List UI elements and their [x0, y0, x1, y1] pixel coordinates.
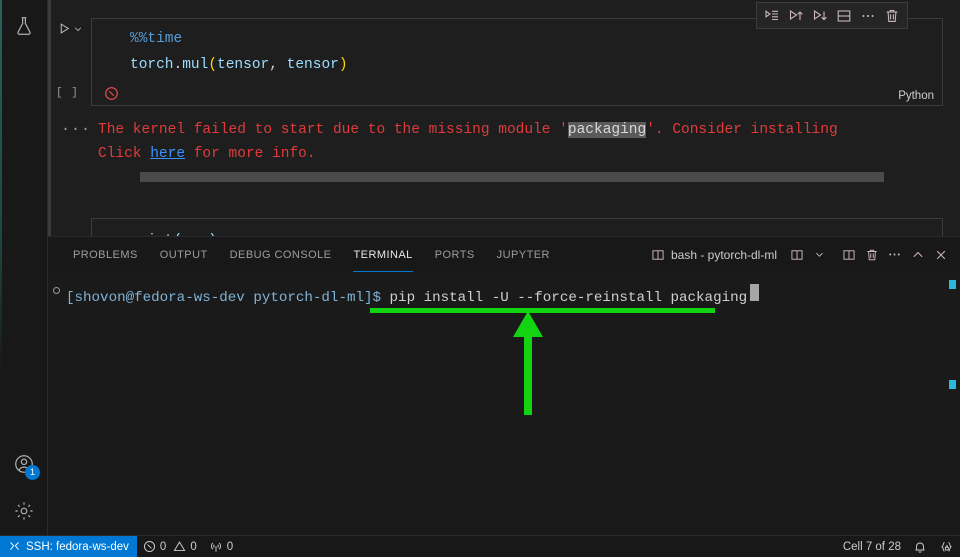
notebook-cell[interactable]: [ ] %%time torch.mul(tensor, tensor) Pyt… — [48, 0, 960, 236]
run-above-icon[interactable] — [785, 5, 807, 26]
tab-problems[interactable]: PROBLEMS — [62, 237, 149, 272]
panel-more-actions-icon[interactable] — [883, 243, 906, 267]
warning-count: 0 — [190, 540, 197, 553]
terminal-prompt-line: [shovon@fedora-ws-dev pytorch-dl-ml]$ pi… — [66, 284, 760, 306]
panel-tab-list: PROBLEMS OUTPUT DEBUG CONSOLE TERMINAL P… — [62, 237, 561, 272]
status-restricted-mode[interactable] — [933, 536, 960, 557]
error-highlight-module: packaging — [567, 122, 647, 138]
tab-output[interactable]: OUTPUT — [149, 237, 219, 272]
tab-jupyter[interactable]: JUPYTER — [486, 237, 561, 272]
error-circle-icon — [143, 540, 156, 553]
execution-count: [ ] — [56, 87, 79, 99]
status-cell-position[interactable]: Cell 7 of 28 — [837, 536, 907, 557]
dot-token: . — [173, 57, 183, 73]
arg1-token: tensor — [217, 57, 270, 73]
status-ports[interactable]: 0 — [203, 536, 239, 557]
error-line2-post: for more info. — [185, 146, 316, 162]
notebook-next-cell[interactable]: print(...) — [91, 218, 943, 236]
bell-icon — [913, 540, 927, 554]
comma-token: , — [269, 57, 287, 73]
error-line1-post: '. Consider installing — [646, 122, 838, 138]
error-line2-pre: Click — [98, 146, 151, 162]
notebook-editor[interactable]: [ ] %%time torch.mul(tensor, tensor) Pyt… — [48, 0, 960, 236]
panel-action-bar: bash - pytorch-dl-ml — [649, 237, 952, 272]
warning-triangle-icon — [173, 540, 186, 553]
terminal-name-label: bash - pytorch-dl-ml — [670, 247, 777, 262]
chevron-down-icon[interactable] — [808, 243, 831, 267]
prompt-close-bracket: ]$ — [364, 290, 390, 306]
vscode-window: 1 [] %%time torch.mul(tensor, tensor) P… — [0, 0, 960, 557]
command-decoration-icon[interactable] — [53, 287, 60, 294]
code-line-2: torch.mul(tensor, tensor) — [130, 57, 348, 73]
tab-ports[interactable]: PORTS — [424, 237, 486, 272]
launch-profile-icon[interactable] — [785, 243, 808, 267]
play-icon — [58, 22, 71, 35]
status-notifications[interactable] — [907, 536, 933, 557]
error-count: 0 — [159, 540, 167, 553]
kill-terminal-icon[interactable] — [860, 243, 883, 267]
status-bar: SSH: fedora-ws-dev 0 0 0 Cell 7 of 28 — [0, 535, 960, 557]
status-remote-indicator[interactable]: SSH: fedora-ws-dev — [0, 535, 137, 557]
activity-bar-item-manage[interactable] — [0, 487, 48, 535]
activity-bar-item-testing[interactable] — [0, 2, 48, 50]
open-paren-token: ( — [208, 57, 218, 73]
split-terminal-icon[interactable] — [837, 243, 860, 267]
output-horizontal-scrollbar[interactable] — [140, 172, 884, 182]
cell-code-editor[interactable]: %%time torch.mul(tensor, tensor) Python — [91, 18, 943, 106]
close-panel-icon[interactable] — [929, 243, 952, 267]
prompt-open-bracket: [ — [66, 290, 75, 306]
panel-header: PROBLEMS OUTPUT DEBUG CONSOLE TERMINAL P… — [48, 237, 960, 272]
cell-error-output: The kernel failed to start due to the mi… — [98, 118, 958, 166]
prompt-directory: pytorch-dl-ml — [253, 290, 364, 306]
braces-lock-icon — [939, 540, 954, 554]
beaker-icon — [13, 15, 35, 37]
notebook-cell-toolbar — [756, 2, 908, 29]
output-collapse-dots[interactable]: ... — [61, 118, 91, 135]
gear-icon — [13, 500, 35, 522]
activity-bar: 1 — [0, 0, 48, 535]
fn-token: mul — [182, 57, 209, 73]
terminal-split-glyph-icon — [651, 248, 665, 262]
execute-cell-and-below-icon[interactable] — [761, 5, 783, 26]
error-line1-pre: The kernel failed to start due to the mi… — [98, 122, 568, 138]
chevron-down-icon[interactable] — [73, 24, 83, 34]
remote-arrows-icon — [8, 540, 21, 553]
split-cell-icon[interactable] — [833, 5, 855, 26]
bottom-panel: PROBLEMS OUTPUT DEBUG CONSOLE TERMINAL P… — [48, 236, 960, 535]
green-up-arrow-annotation — [513, 311, 543, 415]
cell-focus-indicator — [48, 0, 51, 236]
close-paren-token: ) — [338, 57, 348, 73]
cell-language-label[interactable]: Python — [898, 90, 934, 102]
status-problems[interactable]: 0 0 — [137, 536, 203, 557]
more-info-link[interactable]: here — [150, 146, 185, 162]
tab-terminal[interactable]: TERMINAL — [342, 237, 423, 272]
activity-bar-item-accounts[interactable]: 1 — [0, 440, 48, 488]
remote-label: SSH: fedora-ws-dev — [26, 540, 129, 553]
terminal-cursor — [750, 284, 760, 301]
terminal-decoration-marker[interactable] — [949, 280, 956, 289]
maximize-panel-icon[interactable] — [906, 243, 929, 267]
code-line-1: %%time — [130, 31, 182, 47]
error-circle-icon — [104, 86, 119, 101]
delete-cell-icon[interactable] — [881, 5, 903, 26]
accounts-badge: 1 — [25, 465, 40, 480]
obj-token: torch — [130, 57, 174, 73]
prompt-user-host: shovon@fedora-ws-dev — [74, 290, 245, 306]
terminal-decoration-marker[interactable] — [949, 380, 956, 389]
radio-tower-icon — [209, 540, 223, 554]
ports-count: 0 — [226, 540, 234, 553]
active-terminal-selector[interactable]: bash - pytorch-dl-ml — [649, 248, 785, 262]
run-below-icon[interactable] — [809, 5, 831, 26]
magic-token: %%time — [130, 31, 183, 47]
terminal-command-text: pip install -U --force-reinstall packagi… — [389, 290, 748, 306]
run-cell-button[interactable] — [58, 22, 83, 35]
tab-debug-console[interactable]: DEBUG CONSOLE — [219, 237, 343, 272]
more-actions-icon[interactable] — [857, 5, 879, 26]
arg2-token: tensor — [286, 57, 339, 73]
